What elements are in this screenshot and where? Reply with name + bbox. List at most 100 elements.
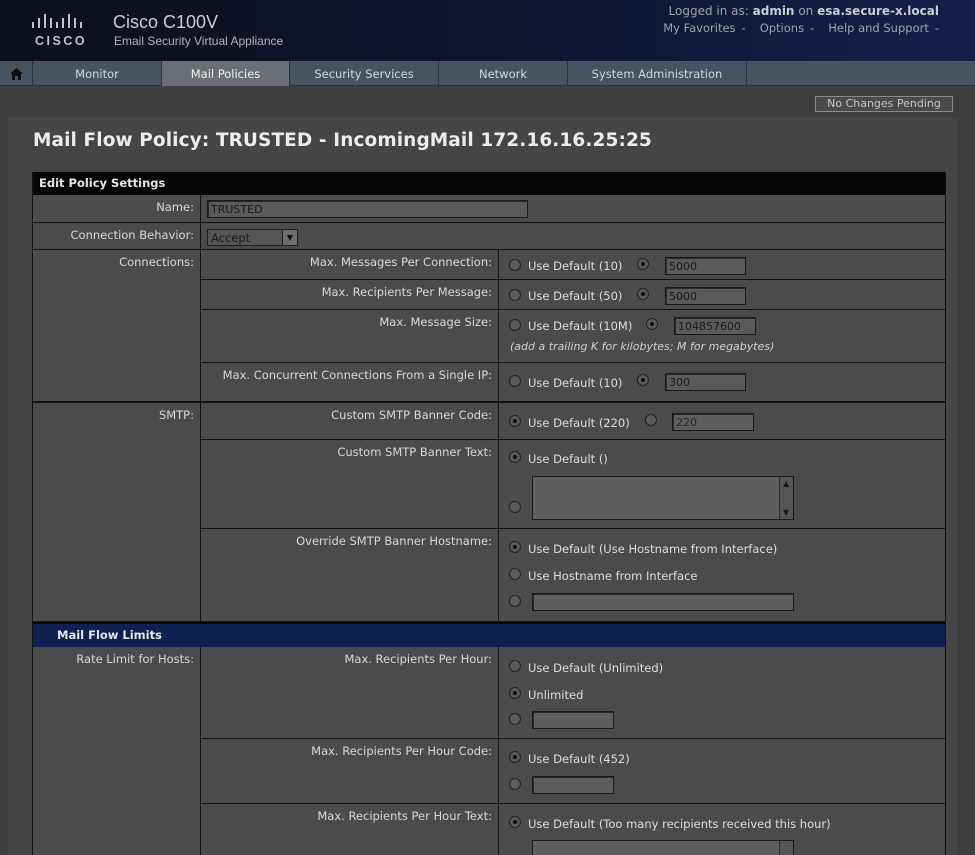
- max-concurrent-cell: Use Default (10) 300: [499, 363, 946, 402]
- recipients-per-hour-code-default-label: Use Default (452): [528, 752, 630, 766]
- banner-hostname-interface-radio[interactable]: [509, 568, 521, 580]
- connections-label: Connections:: [33, 250, 201, 402]
- max-size-custom-radio[interactable]: [646, 318, 658, 330]
- scroll-up-icon: ▲: [783, 479, 790, 488]
- max-concurrent-label: Max. Concurrent Connections From a Singl…: [201, 363, 499, 402]
- max-size-default-label: Use Default (10M): [528, 319, 633, 333]
- banner-text-cell: Use Default () ▲ ▼: [499, 440, 946, 529]
- tab-mail-policies[interactable]: Mail Policies: [162, 61, 290, 86]
- recipients-per-hour-unlimited-radio[interactable]: [509, 687, 521, 699]
- dropdown-icon: -: [934, 21, 939, 35]
- recipients-per-hour-custom-radio[interactable]: [509, 713, 521, 725]
- page-title: Mail Flow Policy: TRUSTED - IncomingMail…: [33, 130, 652, 151]
- product-subtitle: Email Security Virtual Appliance: [114, 34, 284, 48]
- max-size-note: (add a trailing K for kilobytes; M for m…: [510, 340, 775, 353]
- recipients-per-hour-text-default-radio[interactable]: [509, 816, 521, 828]
- section-header-edit-policy: Edit Policy Settings: [33, 172, 945, 195]
- section-header-mail-flow-limits: Mail Flow Limits: [33, 622, 945, 647]
- banner-code-default-radio[interactable]: [509, 415, 521, 427]
- smtp-label: SMTP:: [33, 402, 201, 622]
- recipients-per-hour-code-cell: Use Default (452): [499, 739, 946, 804]
- banner-text-default-label: Use Default (): [528, 452, 608, 466]
- banner-text-textarea[interactable]: ▲ ▼: [532, 476, 794, 520]
- dropdown-icon: -: [741, 21, 746, 35]
- connection-behavior-cell: Accept ▼: [201, 223, 946, 250]
- rate-limit-label: Rate Limit for Hosts:: [33, 647, 201, 855]
- banner-code-default-label: Use Default (220): [528, 416, 630, 430]
- textarea-scrollbar[interactable]: [779, 841, 793, 855]
- app-header: CISCO Cisco C100V Email Security Virtual…: [0, 0, 975, 61]
- recipients-per-hour-unlimited-label: Unlimited: [528, 688, 584, 702]
- max-recipients-label: Max. Recipients Per Message:: [201, 280, 499, 310]
- recipients-per-hour-code-default-radio[interactable]: [509, 751, 521, 763]
- max-recipients-custom-radio[interactable]: [637, 288, 649, 300]
- connection-behavior-label: Connection Behavior:: [33, 223, 201, 250]
- chevron-down-icon: ▼: [282, 230, 297, 245]
- banner-hostname-interface-label: Use Hostname from Interface: [528, 569, 698, 583]
- content-panel: Mail Flow Policy: TRUSTED - IncomingMail…: [8, 118, 958, 855]
- max-messages-default-radio[interactable]: [509, 259, 521, 271]
- login-prefix: Logged in as:: [668, 4, 749, 18]
- main-nav: Monitor Mail Policies Security Services …: [0, 61, 975, 86]
- product-name: Cisco C100V: [113, 12, 219, 32]
- banner-code-label: Custom SMTP Banner Code:: [201, 402, 499, 440]
- recipients-per-hour-default-radio[interactable]: [509, 660, 521, 672]
- name-label: Name:: [33, 195, 201, 223]
- max-messages-label: Max. Messages Per Connection:: [201, 250, 499, 280]
- recipients-per-hour-input[interactable]: [532, 711, 614, 729]
- max-size-label: Max. Message Size:: [201, 310, 499, 363]
- username: admin: [752, 4, 795, 18]
- policy-settings-table: Edit Policy Settings Name: TRUSTED Conne…: [32, 172, 946, 855]
- cisco-logo[interactable]: CISCO: [28, 13, 96, 49]
- max-concurrent-default-radio[interactable]: [509, 375, 521, 387]
- login-status: Logged in as: admin on esa.secure-x.loca…: [669, 4, 939, 18]
- connection-behavior-select[interactable]: Accept ▼: [207, 229, 298, 246]
- max-size-input[interactable]: 104857600: [674, 317, 756, 335]
- tab-system-administration[interactable]: System Administration: [568, 61, 747, 86]
- banner-hostname-input[interactable]: [532, 593, 794, 611]
- recipients-per-hour-text-cell: Use Default (Too many recipients receive…: [499, 804, 946, 855]
- max-size-default-radio[interactable]: [509, 319, 521, 331]
- banner-text-default-radio[interactable]: [509, 451, 521, 463]
- tab-network[interactable]: Network: [439, 61, 568, 86]
- max-messages-default-label: Use Default (10): [528, 259, 623, 273]
- recipients-per-hour-text-label: Max. Recipients Per Hour Text:: [201, 804, 499, 855]
- login-on: on: [798, 4, 814, 18]
- max-concurrent-custom-radio[interactable]: [637, 374, 649, 386]
- max-recipients-input[interactable]: 5000: [665, 287, 746, 305]
- recipients-per-hour-code-input[interactable]: [532, 776, 614, 794]
- recipients-per-hour-default-label: Use Default (Unlimited): [528, 661, 664, 675]
- home-button[interactable]: [0, 61, 33, 86]
- recipients-per-hour-text-default-label: Use Default (Too many recipients receive…: [528, 817, 831, 831]
- recipients-per-hour-code-label: Max. Recipients Per Hour Code:: [201, 739, 499, 804]
- recipients-per-hour-text-textarea[interactable]: [532, 840, 794, 855]
- name-input[interactable]: TRUSTED: [207, 200, 528, 218]
- banner-hostname-custom-radio[interactable]: [509, 595, 521, 607]
- max-recipients-default-radio[interactable]: [509, 289, 521, 301]
- banner-text-label: Custom SMTP Banner Text:: [201, 440, 499, 529]
- max-messages-custom-radio[interactable]: [637, 258, 649, 270]
- max-recipients-default-label: Use Default (50): [528, 289, 623, 303]
- hostname: esa.secure-x.local: [817, 4, 939, 18]
- banner-hostname-label: Override SMTP Banner Hostname:: [201, 529, 499, 622]
- utility-links: My Favorites - Options - Help and Support -: [663, 21, 939, 35]
- textarea-scrollbar[interactable]: ▲ ▼: [779, 477, 793, 519]
- max-messages-input[interactable]: 5000: [665, 257, 746, 275]
- favorites-menu[interactable]: My Favorites -: [663, 21, 746, 35]
- changes-pending-button[interactable]: No Changes Pending: [815, 96, 953, 112]
- recipients-per-hour-cell: Use Default (Unlimited) Unlimited: [499, 647, 946, 739]
- max-messages-cell: Use Default (10) 5000: [499, 250, 946, 280]
- recipients-per-hour-code-custom-radio[interactable]: [509, 778, 521, 790]
- max-concurrent-input[interactable]: 300: [665, 373, 746, 391]
- help-menu[interactable]: Help and Support -: [828, 21, 939, 35]
- banner-code-input[interactable]: 220: [672, 413, 754, 431]
- banner-text-custom-radio[interactable]: [509, 501, 521, 513]
- options-menu[interactable]: Options -: [760, 21, 815, 35]
- recipients-per-hour-label: Max. Recipients Per Hour:: [201, 647, 499, 739]
- banner-hostname-default-radio[interactable]: [509, 541, 521, 553]
- scroll-down-icon: ▼: [783, 508, 790, 517]
- connection-behavior-value: Accept: [211, 231, 251, 245]
- banner-code-custom-radio[interactable]: [645, 414, 657, 426]
- tab-monitor[interactable]: Monitor: [33, 61, 162, 86]
- tab-security-services[interactable]: Security Services: [290, 61, 439, 86]
